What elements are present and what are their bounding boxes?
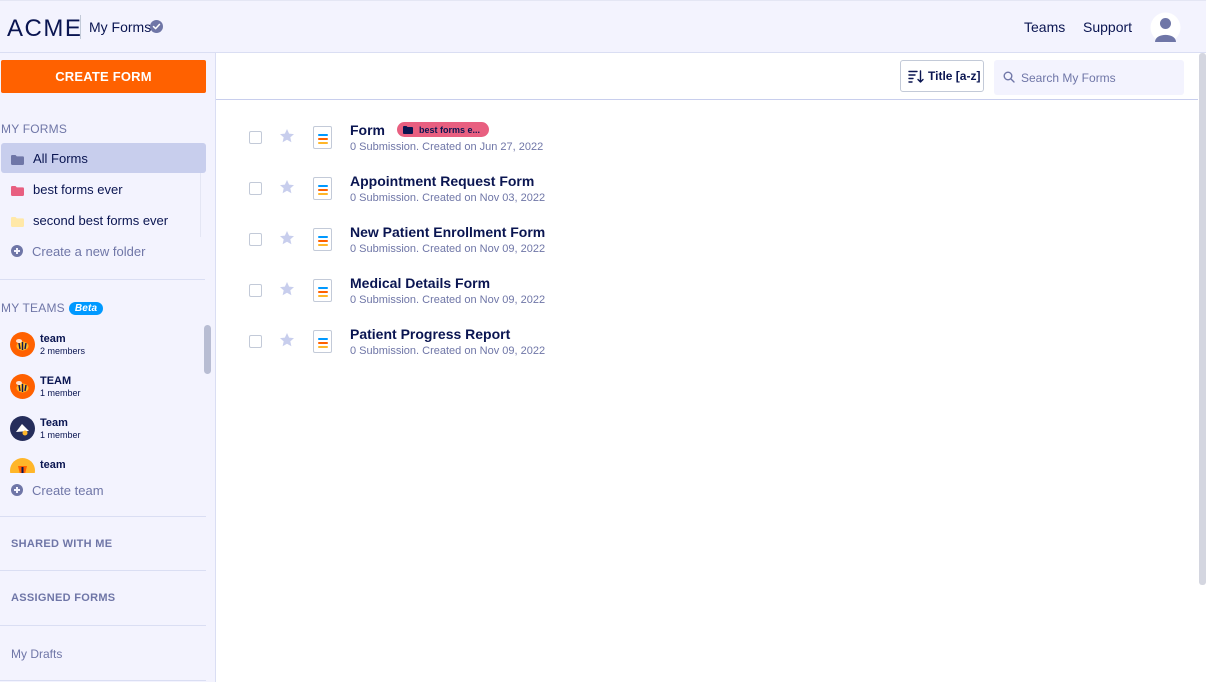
form-meta: 0 Submission. Created on Nov 09, 2022 — [350, 294, 546, 306]
list-toolbar: Title [a-z] — [216, 53, 1198, 100]
sidebar: CREATE FORM MY FORMS All Forms best form… — [0, 53, 216, 682]
user-avatar-icon[interactable] — [1150, 12, 1181, 45]
folder-label: second best forms ever — [33, 212, 169, 228]
sidebar-divider — [0, 570, 206, 571]
form-document-icon — [313, 330, 332, 353]
folder-icon — [11, 184, 24, 196]
search-icon — [1003, 71, 1015, 83]
team-name: team — [40, 333, 66, 345]
beta-badge: Beta — [68, 301, 104, 315]
folder-item-all-forms[interactable]: All Forms — [1, 143, 206, 173]
create-team-button[interactable]: Create team — [1, 482, 104, 498]
team-avatar-icon — [10, 332, 35, 357]
star-icon[interactable] — [279, 230, 295, 246]
select-checkbox[interactable] — [249, 233, 262, 246]
create-form-button[interactable]: CREATE FORM — [1, 60, 206, 93]
form-document-icon — [313, 126, 332, 149]
team-item[interactable]: TEAM 1 member — [10, 369, 200, 403]
form-document-icon — [313, 177, 332, 200]
team-avatar-icon — [10, 416, 35, 441]
team-member-count: 2 members — [40, 346, 86, 356]
form-list-item[interactable]: Medical Details Form 0 Submission. Creat… — [216, 271, 1198, 322]
sidebar-divider — [0, 680, 206, 681]
team-member-count: 1 member — [40, 430, 81, 440]
form-list-item[interactable]: New Patient Enrollment Form 0 Submission… — [216, 220, 1198, 271]
star-icon[interactable] — [279, 281, 295, 297]
form-title[interactable]: New Patient Enrollment Form — [350, 224, 545, 240]
folder-item-best-forms-ever[interactable]: best forms ever — [1, 174, 206, 204]
sort-label: Title [a-z] — [928, 69, 981, 83]
form-meta: 0 Submission. Created on Nov 09, 2022 — [350, 243, 546, 255]
form-list-item[interactable]: Patient Progress Report 0 Submission. Cr… — [216, 322, 1198, 373]
create-folder-button[interactable]: Create a new folder — [1, 236, 206, 266]
teams-scrollbar-thumb[interactable] — [204, 325, 211, 374]
form-document-icon — [313, 279, 332, 302]
team-avatar-icon — [10, 458, 35, 473]
select-checkbox[interactable] — [249, 284, 262, 297]
nav-support-link[interactable]: Support — [1083, 19, 1132, 35]
top-header: ACME My Forms Teams Support — [0, 0, 1206, 53]
plus-circle-icon — [11, 484, 23, 496]
create-folder-label: Create a new folder — [32, 243, 146, 259]
folder-tag-label: best forms e... — [419, 124, 481, 135]
search-box[interactable] — [994, 60, 1184, 95]
folder-icon — [11, 215, 24, 227]
team-name: Team — [40, 417, 68, 429]
star-icon[interactable] — [279, 332, 295, 348]
form-list-item[interactable]: Form best forms e... 0 Submission. Creat… — [216, 118, 1198, 169]
team-item[interactable]: team 2 members — [10, 327, 200, 361]
folder-icon — [403, 125, 413, 134]
select-checkbox[interactable] — [249, 335, 262, 348]
sidebar-divider — [0, 625, 206, 626]
form-title[interactable]: Form — [350, 122, 385, 138]
folder-tag[interactable]: best forms e... — [397, 122, 490, 137]
my-drafts-link[interactable]: My Drafts — [11, 647, 62, 661]
folder-icon — [11, 153, 24, 165]
sidebar-divider — [0, 279, 205, 280]
search-input[interactable] — [1021, 60, 1181, 95]
shared-with-me-link[interactable]: SHARED WITH ME — [11, 538, 112, 550]
my-forms-heading: MY FORMS — [1, 122, 68, 136]
logo-divider — [80, 15, 81, 39]
team-avatar-icon — [10, 374, 35, 399]
select-checkbox[interactable] — [249, 131, 262, 144]
nav-teams-link[interactable]: Teams — [1024, 19, 1065, 35]
team-item[interactable]: Team 1 member — [10, 411, 200, 445]
plus-circle-icon — [11, 245, 23, 257]
form-meta: 0 Submission. Created on Jun 27, 2022 — [350, 141, 544, 153]
form-title[interactable]: Patient Progress Report — [350, 326, 510, 342]
form-list-item[interactable]: Appointment Request Form 0 Submission. C… — [216, 169, 1198, 220]
page-section-title: My Forms — [89, 19, 152, 35]
team-name: team — [40, 459, 66, 471]
team-item[interactable]: team — [10, 453, 200, 473]
star-icon[interactable] — [279, 179, 295, 195]
select-checkbox[interactable] — [249, 182, 262, 195]
form-meta: 0 Submission. Created on Nov 09, 2022 — [350, 345, 546, 357]
page-scrollbar[interactable] — [1199, 53, 1206, 585]
form-meta: 0 Submission. Created on Nov 03, 2022 — [350, 192, 546, 204]
sidebar-divider — [0, 516, 206, 517]
form-title[interactable]: Appointment Request Form — [350, 173, 534, 189]
folder-label: All Forms — [33, 150, 88, 166]
my-teams-heading: MY TEAMS Beta — [1, 301, 104, 315]
team-name: TEAM — [40, 375, 72, 387]
create-team-label: Create team — [32, 482, 104, 498]
verified-check-icon — [150, 20, 163, 33]
acme-logo[interactable]: ACME — [7, 15, 82, 43]
folder-item-second-best-forms-ever[interactable]: second best forms ever — [1, 205, 206, 235]
sort-icon — [908, 69, 924, 83]
folder-scroll-track — [200, 173, 201, 237]
star-icon[interactable] — [279, 128, 295, 144]
my-teams-label: MY TEAMS — [1, 301, 65, 315]
folder-label: best forms ever — [33, 181, 123, 197]
form-title[interactable]: Medical Details Form — [350, 275, 490, 291]
assigned-forms-link[interactable]: ASSIGNED FORMS — [11, 592, 115, 604]
team-member-count: 1 member — [40, 388, 81, 398]
form-document-icon — [313, 228, 332, 251]
sort-button[interactable]: Title [a-z] — [900, 60, 984, 92]
